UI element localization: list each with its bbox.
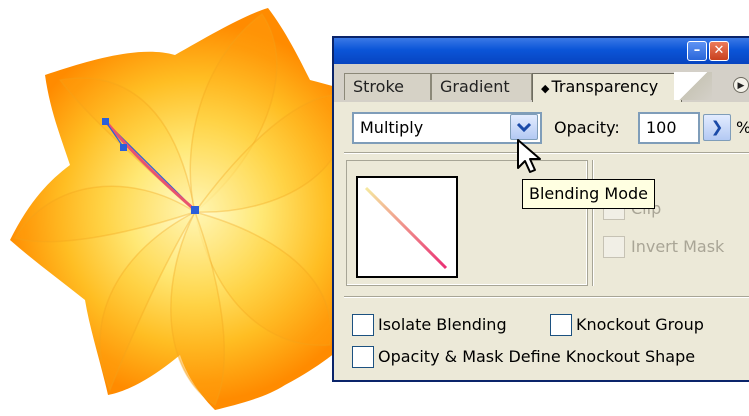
anchor-point (120, 144, 127, 151)
palette-title-bar[interactable]: – ✕ (334, 38, 749, 64)
isolate-blending-label: Isolate Blending (378, 315, 507, 334)
palette-tab-strip: Stroke Gradient ◆ Transparency ▶ (334, 64, 749, 102)
tab-gradient-label: Gradient (440, 77, 510, 96)
up-down-arrows-icon: ◆ (541, 82, 550, 95)
close-icon[interactable]: ✕ (709, 41, 729, 61)
divider (344, 296, 749, 298)
invert-mask-label: Invert Mask (631, 237, 725, 256)
opacity-unit: % (736, 118, 749, 137)
divider (344, 152, 749, 154)
chevron-down-icon[interactable] (510, 114, 538, 140)
tab-gradient[interactable]: Gradient (431, 73, 532, 100)
tab-stroke-label: Stroke (353, 77, 404, 96)
mouse-pointer-icon (517, 139, 541, 173)
tab-transparency[interactable]: ◆ Transparency (532, 73, 682, 102)
anchor-point (191, 206, 199, 214)
isolate-blending-checkbox[interactable] (352, 314, 374, 336)
invert-mask-checkbox[interactable] (603, 236, 625, 258)
palette-menu-icon[interactable]: ▶ (733, 77, 749, 93)
knockout-group-checkbox[interactable] (550, 314, 572, 336)
minimize-icon[interactable]: – (687, 41, 707, 61)
object-thumbnail[interactable] (356, 176, 458, 278)
chevron-right-icon[interactable]: ❯ (703, 114, 731, 141)
tab-stroke[interactable]: Stroke (344, 73, 431, 100)
knockout-group-label: Knockout Group (576, 315, 704, 334)
opacity-mask-knockout-checkbox[interactable] (352, 346, 374, 368)
opacity-input[interactable]: 100 (638, 112, 700, 144)
opacity-mask-knockout-label: Opacity & Mask Define Knockout Shape (378, 347, 696, 366)
anchor-point (102, 118, 109, 125)
tab-transparency-label: Transparency (551, 77, 659, 96)
tab-corner-fold (674, 72, 712, 100)
blending-mode-value: Multiply (360, 118, 424, 137)
opacity-value: 100 (646, 118, 677, 137)
transparency-palette: – ✕ Stroke Gradient ◆ Transparency ▶ Mult… (332, 36, 749, 382)
tooltip-text: Blending Mode (529, 184, 648, 203)
opacity-label: Opacity: (554, 118, 620, 137)
blending-mode-tooltip: Blending Mode (522, 179, 655, 209)
